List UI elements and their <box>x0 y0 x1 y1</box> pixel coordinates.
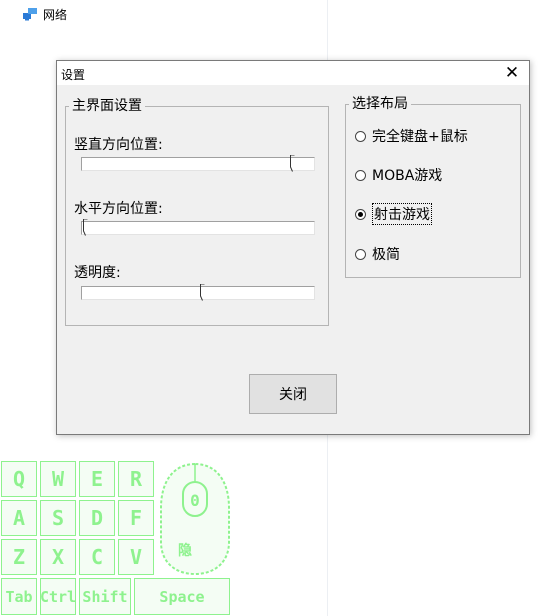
key-f[interactable]: F <box>118 500 154 536</box>
key-tab[interactable]: Tab <box>1 578 37 615</box>
key-d[interactable]: D <box>79 500 115 536</box>
network-icon <box>23 8 37 21</box>
settings-dialog: 设置 ✕ 主界面设置 竖直方向位置: 水平方向位置: 透明度: 选择布局 完全键… <box>56 60 530 435</box>
mouse-icon[interactable]: 0 <box>155 460 235 578</box>
mouse-middle-button[interactable]: 0 <box>190 491 200 510</box>
key-r[interactable]: R <box>118 461 154 497</box>
layout-option-label: 极简 <box>372 247 400 263</box>
vertical-position-slider-thumb[interactable] <box>290 155 295 172</box>
key-space[interactable]: Space <box>134 578 230 615</box>
radio-button[interactable] <box>355 169 366 181</box>
horizontal-position-label: 水平方向位置: <box>74 201 163 217</box>
radio-button[interactable] <box>355 130 366 142</box>
layout-option-label: 射击游戏 <box>372 203 432 225</box>
key-a[interactable]: A <box>1 500 37 536</box>
sidebar-item-network[interactable]: 网络 <box>22 5 67 23</box>
key-shift[interactable]: Shift <box>79 578 131 615</box>
layout-option-full-keyboard[interactable]: 完全键盘+鼠标 <box>355 126 468 146</box>
key-ctrl[interactable]: Ctrl <box>40 578 76 615</box>
dialog-title: 设置 <box>61 68 86 82</box>
key-e[interactable]: E <box>79 461 115 497</box>
key-s[interactable]: S <box>40 500 76 536</box>
opacity-slider[interactable] <box>81 286 315 300</box>
opacity-slider-thumb[interactable] <box>200 284 205 301</box>
horizontal-position-slider[interactable] <box>81 221 315 235</box>
key-c[interactable]: C <box>79 539 115 575</box>
layout-option-moba[interactable]: MOBA游戏 <box>355 165 442 185</box>
radio-button[interactable] <box>355 208 366 220</box>
vertical-position-slider[interactable] <box>81 157 315 171</box>
sidebar-item-label: 网络 <box>43 7 68 22</box>
close-icon: ✕ <box>504 63 520 83</box>
key-q[interactable]: Q <box>1 461 37 497</box>
key-z[interactable]: Z <box>1 539 37 575</box>
key-v[interactable]: V <box>118 539 154 575</box>
layout-option-shooter[interactable]: 射击游戏 <box>355 203 432 225</box>
key-x[interactable]: X <box>40 539 76 575</box>
close-button[interactable]: ✕ <box>495 61 529 85</box>
layout-group-title: 选择布局 <box>349 96 411 112</box>
title-bar[interactable]: 设置 ✕ <box>57 61 529 85</box>
key-w[interactable]: W <box>40 461 76 497</box>
close-dialog-button[interactable]: 关闭 <box>249 374 337 414</box>
main-settings-group-title: 主界面设置 <box>69 98 145 114</box>
layout-option-label: MOBA游戏 <box>372 168 443 184</box>
horizontal-position-slider-thumb[interactable] <box>83 219 88 236</box>
layout-option-minimal[interactable]: 极简 <box>355 244 400 264</box>
radio-button[interactable] <box>355 248 366 260</box>
hide-overlay-label[interactable]: 隐 <box>178 540 192 560</box>
opacity-label: 透明度: <box>74 265 121 281</box>
layout-option-label: 完全键盘+鼠标 <box>372 129 468 145</box>
vertical-position-label: 竖直方向位置: <box>74 137 163 153</box>
